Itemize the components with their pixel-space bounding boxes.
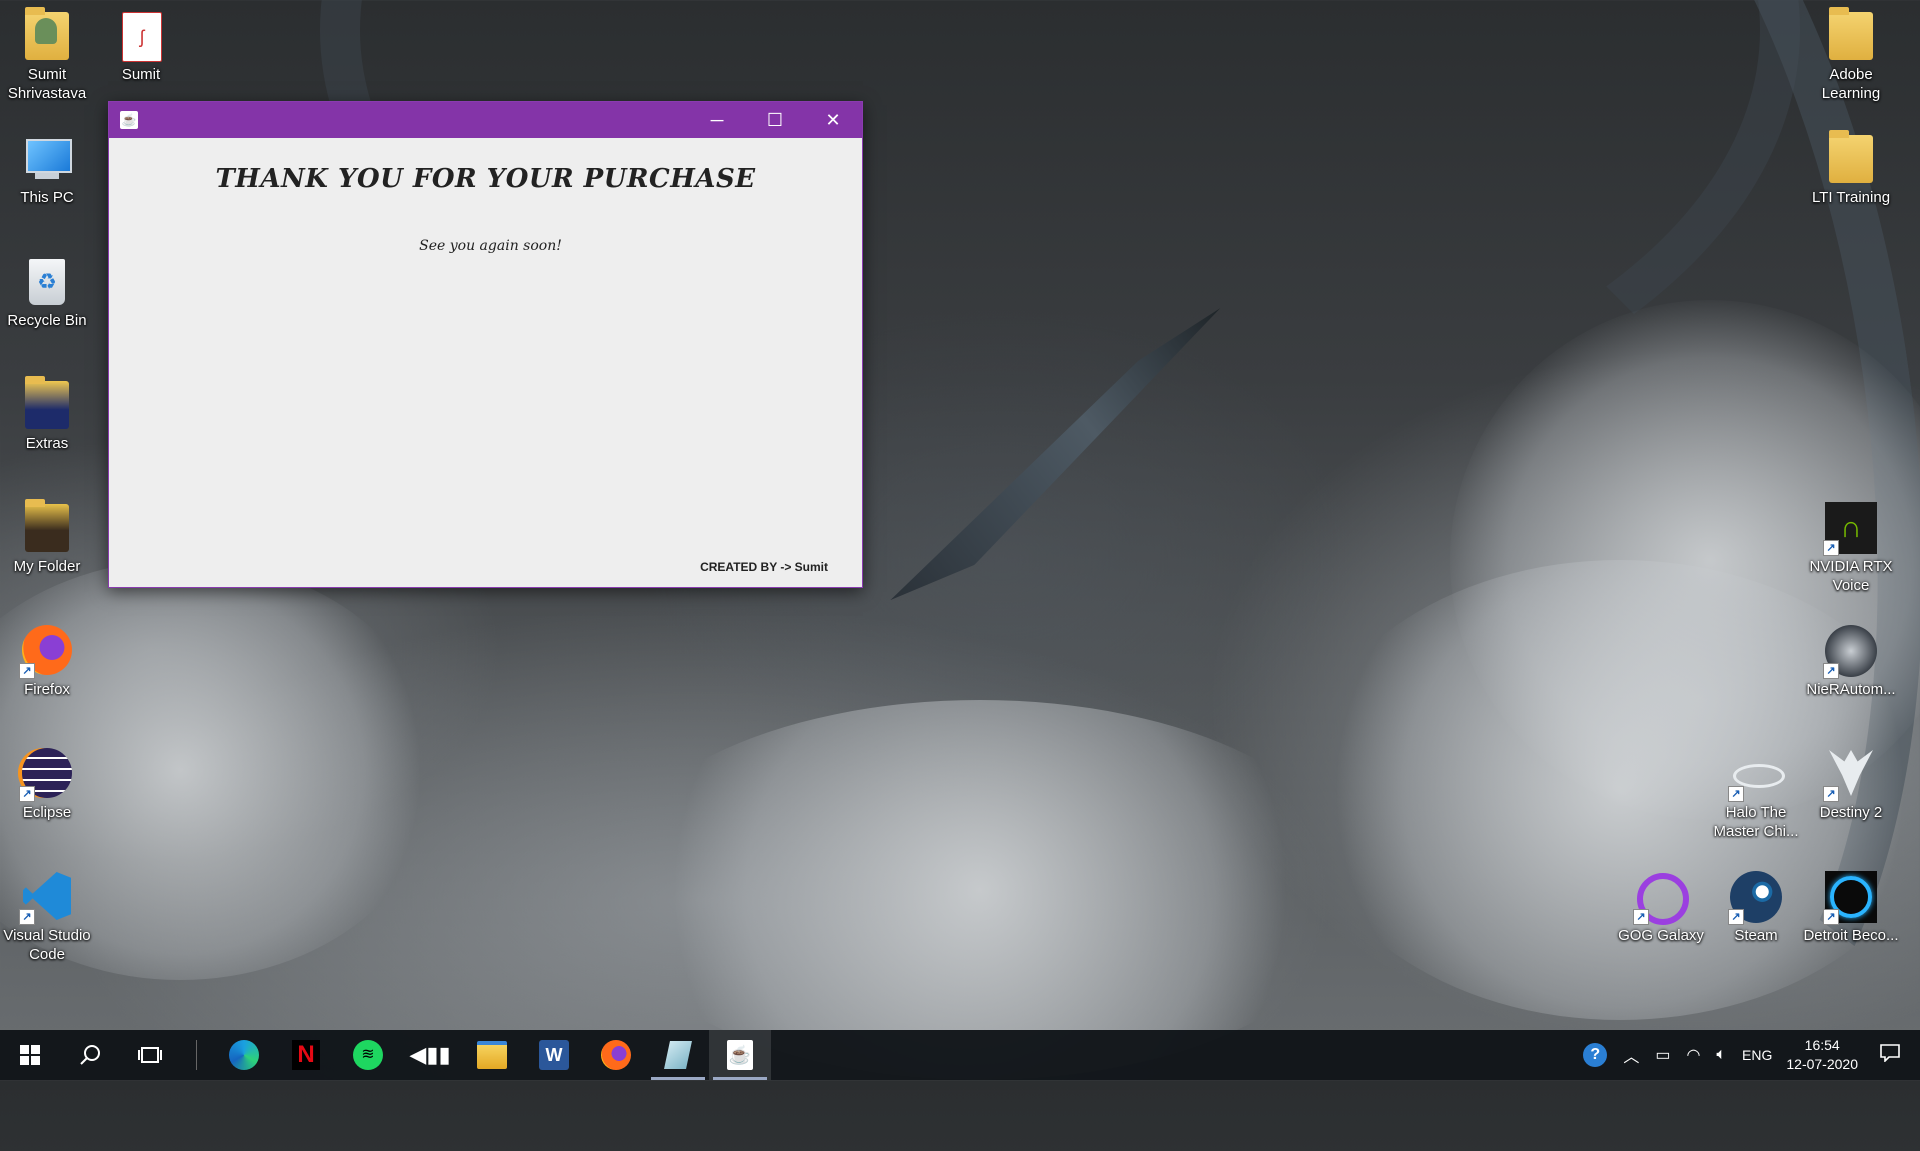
desktop-icon-nierautomata[interactable]: ↗ NieRAutom... — [1803, 625, 1899, 699]
java-icon[interactable]: ☕ — [709, 1030, 771, 1080]
desktop-icon-destiny-2[interactable]: ↗ Destiny 2 — [1803, 748, 1899, 822]
desktop-icon-sumit-resume[interactable]: ʃ Sumit Resume — [93, 10, 189, 84]
close-button[interactable]: ✕ — [804, 102, 862, 138]
desktop-icon-vscode[interactable]: ↗ Visual Studio Code — [0, 871, 95, 964]
notes-app-icon[interactable] — [647, 1030, 709, 1080]
edge-icon[interactable] — [213, 1030, 275, 1080]
maximize-button[interactable]: ☐ — [746, 102, 804, 138]
desktop-icon-nvidia-rtx-voice[interactable]: ∩ ↗ NVIDIA RTX Voice — [1803, 502, 1899, 595]
pdf-file-icon: ʃ — [115, 10, 167, 62]
clock[interactable]: 16:54 12-07-2020 — [1786, 1036, 1858, 1074]
desktop-icon-lti-training[interactable]: LTI Training — [1803, 130, 1899, 207]
gog-icon: ↗ — [1633, 871, 1689, 925]
clock-time: 16:54 — [1804, 1037, 1840, 1053]
folder-icon — [1825, 7, 1877, 62]
desktop-icon-detroit[interactable]: ↗ Detroit Beco... — [1803, 871, 1899, 945]
taskbar-divider — [196, 1040, 197, 1070]
window-titlebar[interactable]: ☕ ─ ☐ ✕ — [109, 102, 862, 138]
desktop-icon-adobe-learning[interactable]: Adobe Learning — [1803, 7, 1899, 103]
eclipse-icon: ↗ — [19, 748, 73, 802]
chevron-up-icon[interactable]: ︿ — [1623, 1043, 1639, 1067]
java-icon[interactable]: ☕ — [120, 111, 138, 129]
desktop-icon-my-folder[interactable]: My Folder — [0, 499, 95, 576]
steam-icon: ↗ — [1728, 871, 1782, 925]
desktop-icon-halo[interactable]: ↗ Halo The Master Chi... — [1708, 748, 1804, 841]
destiny-icon: ↗ — [1823, 748, 1877, 802]
battery-icon[interactable]: ▭ — [1655, 1045, 1670, 1065]
search-icon[interactable] — [60, 1030, 120, 1080]
detroit-icon: ↗ — [1823, 871, 1877, 925]
start-icon[interactable] — [0, 1030, 60, 1080]
window-content: THANK YOU FOR YOUR PURCHASE See you agai… — [109, 138, 862, 586]
spotify-icon[interactable]: ≋ — [337, 1030, 399, 1080]
desktop-icon-eclipse[interactable]: ↗ Eclipse — [0, 748, 95, 822]
desktop-icon-steam[interactable]: ↗ Steam — [1708, 871, 1804, 945]
desktop-icon-this-pc[interactable]: This PC — [0, 133, 95, 207]
wifi-icon[interactable]: ◠ — [1686, 1045, 1700, 1065]
folder-icon — [1825, 130, 1877, 185]
netflix-icon[interactable]: N — [275, 1030, 337, 1080]
credit-label: CREATED BY -> Sumit — [700, 560, 828, 574]
firefox-icon: ↗ — [19, 625, 73, 679]
game-icon: ↗ — [1823, 625, 1877, 679]
word-icon[interactable]: W — [523, 1030, 585, 1080]
computer-icon — [21, 133, 73, 185]
desktop-icon-sumit-shrivastava[interactable]: Sumit Shrivastava — [0, 7, 95, 103]
taskbar: N ≋ ◀▮▮ W ☕ ? ︿ ▭ ◠ 🔈︎ ENG 16:54 12-07-2… — [0, 1030, 1920, 1080]
notification-icon[interactable] — [1880, 1043, 1900, 1067]
desktop-icon-gog-galaxy[interactable]: ↗ GOG Galaxy — [1613, 871, 1709, 945]
audio-app-icon[interactable]: ◀▮▮ — [399, 1030, 461, 1080]
firefox-icon[interactable] — [585, 1030, 647, 1080]
app-window[interactable]: ☕ ─ ☐ ✕ THANK YOU FOR YOUR PURCHASE See … — [108, 101, 863, 588]
vscode-icon: ↗ — [19, 871, 73, 925]
folder-icon — [21, 376, 73, 431]
system-tray: ? ︿ ▭ ◠ 🔈︎ ENG 16:54 12-07-2020 — [1575, 1030, 1920, 1080]
minimize-button[interactable]: ─ — [688, 102, 746, 138]
halo-icon: ↗ — [1728, 748, 1785, 802]
purchase-heading: THANK YOU FOR YOUR PURCHASE — [215, 164, 756, 194]
help-icon[interactable]: ? — [1583, 1043, 1608, 1067]
wallpaper-cloud — [600, 700, 1360, 1080]
clock-date: 12-07-2020 — [1786, 1056, 1858, 1072]
desktop-icon-firefox[interactable]: ↗ Firefox — [0, 625, 95, 699]
volume-icon[interactable]: 🔈︎ — [1716, 1046, 1726, 1064]
desktop-icon-recycle-bin[interactable]: ♻ Recycle Bin — [0, 256, 95, 330]
farewell-message: See you again soon! — [419, 238, 562, 254]
desktop-icon-extras[interactable]: Extras — [0, 376, 95, 453]
folder-icon — [21, 499, 73, 554]
wallpaper-spaceship — [868, 301, 1252, 619]
recycle-bin-icon: ♻ — [21, 256, 73, 308]
user-folder-icon — [21, 7, 73, 62]
task-view-icon[interactable] — [120, 1030, 180, 1080]
language-indicator[interactable]: ENG — [1742, 1047, 1772, 1063]
file-explorer-icon[interactable] — [461, 1030, 523, 1080]
nvidia-icon: ∩ ↗ — [1823, 502, 1877, 556]
